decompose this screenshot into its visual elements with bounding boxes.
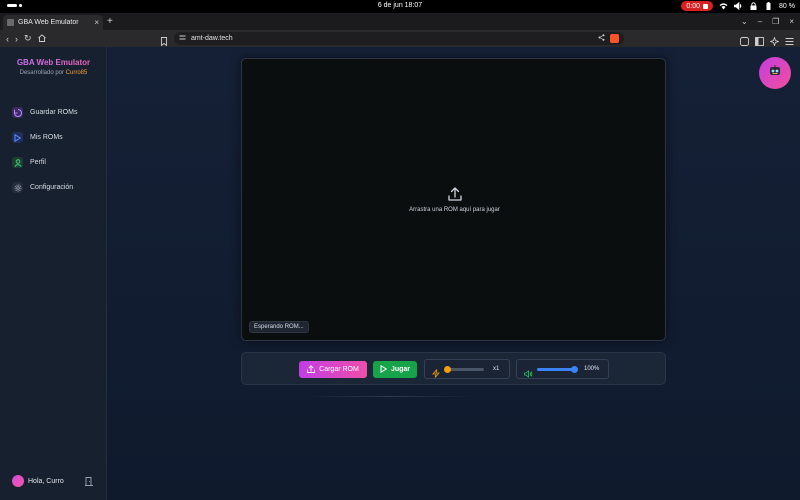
share-icon[interactable] [598, 34, 605, 43]
status-badge: Esperando ROM... [249, 321, 309, 333]
brave-shields-icon[interactable] [610, 34, 619, 43]
forward-icon[interactable]: › [15, 34, 18, 44]
browser-toolbar: ‹ › ↻ amt-daw.tech [0, 30, 800, 47]
stop-icon [703, 3, 709, 9]
sidebar-nav: Guardar ROMs Mis ROMs Perfil Configuraci… [12, 100, 102, 200]
battery-percent: 80 % [779, 2, 795, 10]
tab-title: GBA Web Emulator [18, 19, 79, 26]
lightning-icon [432, 365, 440, 383]
user-greeting: Hola, Curro [28, 477, 64, 485]
volume-control: 100% [516, 359, 609, 379]
restore-icon[interactable]: ❐ [772, 17, 779, 26]
sidebar: GBA Web Emulator Desarrollado por Curro8… [0, 47, 107, 500]
upload-icon [307, 364, 316, 375]
divider [306, 396, 476, 397]
wifi-icon[interactable] [719, 2, 728, 11]
speed-slider-thumb[interactable] [443, 366, 451, 373]
sidebar-item-label: Guardar ROMs [30, 109, 78, 116]
browser-tab[interactable]: GBA Web Emulator × [3, 15, 103, 30]
battery-icon[interactable] [764, 2, 773, 11]
chevron-down-icon[interactable]: ⌄ [741, 17, 748, 26]
sidebar-item-label: Configuración [30, 184, 74, 191]
load-rom-button[interactable]: Cargar ROM [299, 361, 367, 378]
robot-icon [768, 64, 782, 83]
load-rom-label: Cargar ROM [319, 366, 359, 373]
play-icon [12, 132, 23, 143]
emulator-screen[interactable]: Arrastra una ROM aquí para jugar Esperan… [241, 58, 666, 341]
volume-icon[interactable] [734, 2, 743, 11]
lock-icon[interactable] [749, 2, 758, 11]
minimize-icon[interactable]: – [758, 17, 762, 26]
drop-text: Arrastra una ROM aquí para jugar [409, 207, 500, 213]
volume-slider-fill [537, 368, 574, 371]
speed-control: x1 [424, 359, 510, 379]
browser-tab-bar: GBA Web Emulator × + ⌄ – ❐ × [0, 13, 800, 30]
brand: GBA Web Emulator Desarrollado por Curro8… [0, 58, 107, 76]
url-text: amt-daw.tech [191, 35, 233, 42]
speaker-icon [524, 365, 533, 383]
play-label: Jugar [390, 366, 411, 373]
speed-slider[interactable] [443, 366, 484, 373]
volume-value: 100% [584, 366, 600, 372]
brand-sub-prefix: Desarrollado por [19, 70, 66, 76]
sidebar-item-label: Perfil [30, 159, 46, 166]
speed-value: x1 [493, 366, 500, 372]
logout-icon[interactable] [85, 476, 94, 486]
upload-icon [242, 187, 667, 203]
brand-subtitle: Desarrollado por Curro85 [0, 70, 107, 76]
back-icon[interactable]: ‹ [6, 34, 9, 44]
reload-icon[interactable]: ↻ [24, 33, 32, 44]
recording-time: 0:00 [686, 2, 701, 10]
sidebar-item-perfil[interactable]: Perfil [12, 150, 102, 175]
profile-avatar[interactable] [759, 57, 791, 89]
sidebar-item-guardar-roms[interactable]: Guardar ROMs [12, 100, 102, 125]
home-icon[interactable] [37, 33, 46, 44]
favicon-icon [7, 19, 14, 26]
new-tab-icon[interactable]: + [107, 16, 113, 27]
gear-icon [12, 182, 23, 193]
user-panel: Hola, Curro [12, 475, 94, 487]
avatar[interactable] [12, 475, 24, 487]
user-icon [12, 157, 23, 168]
play-button[interactable]: Jugar [373, 361, 417, 378]
drop-zone[interactable]: Arrastra una ROM aquí para jugar [242, 187, 667, 213]
sidebar-item-mis-roms[interactable]: Mis ROMs [12, 125, 102, 150]
system-bar: 6 de jun 18:07 0:00 80 % [0, 0, 800, 13]
play-icon [380, 364, 388, 375]
brand-author: Curro85 [65, 70, 88, 76]
page: GBA Web Emulator Desarrollado por Curro8… [0, 47, 800, 500]
save-icon [12, 107, 23, 118]
brand-title: GBA Web Emulator [0, 58, 107, 67]
sidebar-item-configuracion[interactable]: Configuración [12, 175, 102, 200]
volume-slider[interactable] [537, 366, 578, 373]
close-tab-icon[interactable]: × [94, 18, 99, 27]
system-clock[interactable]: 6 de jun 18:07 [0, 2, 800, 9]
close-window-icon[interactable]: × [789, 17, 794, 26]
volume-slider-thumb[interactable] [570, 366, 578, 373]
screen-recording-indicator[interactable]: 0:00 [681, 1, 714, 11]
address-bar[interactable]: amt-daw.tech [174, 32, 624, 45]
sidebar-item-label: Mis ROMs [30, 134, 63, 141]
controls-panel: Cargar ROM Jugar x1 100% [241, 352, 666, 385]
site-info-icon[interactable] [179, 34, 186, 43]
